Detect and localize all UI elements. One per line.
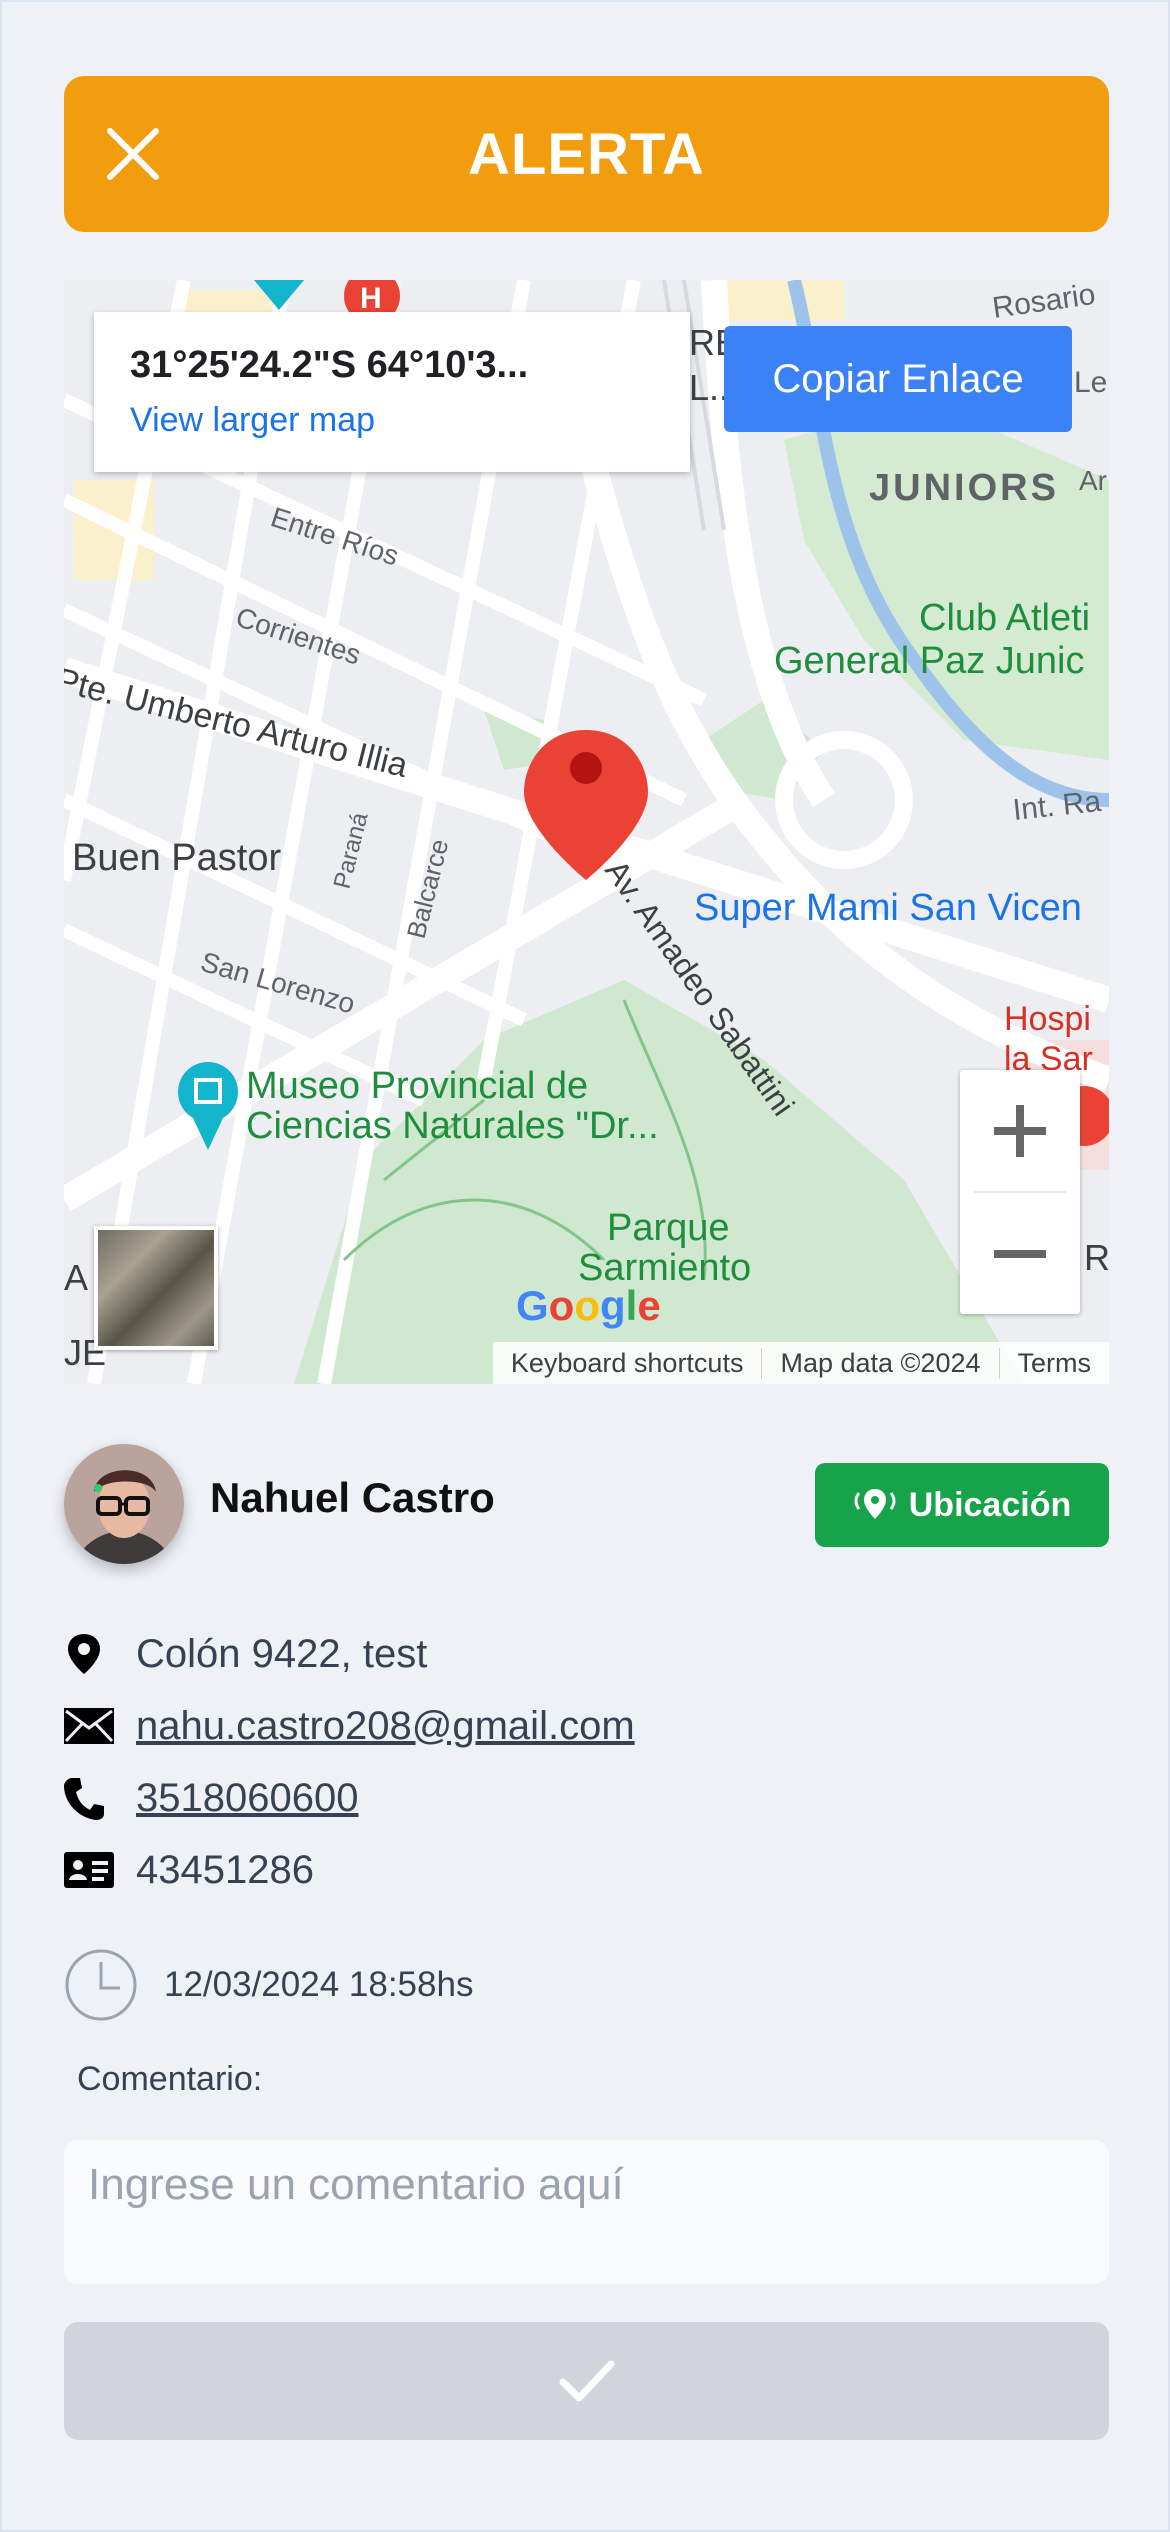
email-link[interactable]: nahu.castro208@gmail.com xyxy=(136,1704,635,1749)
terms-link[interactable]: Terms xyxy=(998,1347,1110,1379)
alert-header: ALERTA xyxy=(64,76,1109,232)
address-row: Colón 9422, test xyxy=(64,1624,427,1684)
map-label-le: Le xyxy=(1074,366,1107,399)
alert-title: ALERTA xyxy=(468,121,705,187)
zoom-controls xyxy=(960,1070,1080,1314)
minus-icon xyxy=(994,1249,1046,1258)
avatar xyxy=(64,1444,184,1564)
map-data-label: Map data ©2024 xyxy=(761,1347,998,1379)
document-row: 43451286 xyxy=(64,1840,314,1900)
comment-input[interactable] xyxy=(64,2140,1109,2284)
satellite-view-toggle[interactable] xyxy=(94,1226,218,1350)
location-button-label: Ubicación xyxy=(908,1485,1072,1524)
zoom-out-button[interactable] xyxy=(960,1193,1080,1314)
envelope-icon xyxy=(64,1701,114,1751)
address-text: Colón 9422, test xyxy=(136,1631,428,1676)
submit-button[interactable] xyxy=(64,2322,1109,2440)
map-label-hosp-1: Hospi xyxy=(1004,1000,1091,1038)
map-label-super-mami: Super Mami San Vicen xyxy=(694,887,1082,929)
check-icon xyxy=(559,2360,614,2402)
map-label-club-1: Club Atleti xyxy=(919,597,1090,639)
clock-icon xyxy=(65,1949,137,2021)
svg-text:H: H xyxy=(360,282,382,315)
map-marker-icon xyxy=(64,1629,114,1679)
view-larger-map-link[interactable]: View larger map xyxy=(130,401,654,440)
id-card-icon xyxy=(64,1845,114,1895)
map-label-right-ri: RI xyxy=(1084,1237,1109,1278)
google-logo: Google xyxy=(516,1282,661,1329)
copy-link-button[interactable]: Copiar Enlace xyxy=(724,326,1072,432)
zoom-in-button[interactable] xyxy=(960,1070,1080,1191)
datetime-text: 12/03/2024 18:58hs xyxy=(164,1965,474,2004)
map-info-card: 31°25'24.2"S 64°10'3... View larger map xyxy=(94,312,690,472)
location-signal-icon xyxy=(854,1489,896,1519)
map-label-buen-pastor: Buen Pastor xyxy=(72,837,281,879)
phone-icon xyxy=(64,1773,114,1823)
location-button[interactable]: Ubicación xyxy=(815,1463,1109,1547)
map-label-club-2: General Paz Junic xyxy=(774,640,1085,682)
map-label-ar: Ar xyxy=(1079,465,1107,496)
map-label-juniors: JUNIORS xyxy=(869,467,1059,509)
phone-link[interactable]: 3518060600 xyxy=(136,1776,358,1821)
phone-row: 3518060600 xyxy=(64,1768,358,1828)
map-label-museo-2: Ciencias Naturales "Dr... xyxy=(246,1105,659,1147)
map-label-parque-1: Parque xyxy=(607,1207,730,1249)
map-label-museo-1: Museo Provincial de xyxy=(246,1065,588,1107)
map-coordinates: 31°25'24.2"S 64°10'3... xyxy=(130,344,529,386)
plus-icon xyxy=(994,1104,1046,1157)
map-label-left-a: A xyxy=(64,1257,88,1298)
map-footer: Keyboard shortcuts Map data ©2024 Terms xyxy=(492,1342,1110,1384)
datetime-row: 12/03/2024 18:58hs xyxy=(64,1948,473,2022)
user-name: Nahuel Castro xyxy=(210,1474,495,1521)
comment-label: Comentario: xyxy=(77,2060,263,2098)
email-row: nahu.castro208@gmail.com xyxy=(64,1696,635,1756)
document-id-text: 43451286 xyxy=(136,1847,314,1892)
map-embed[interactable]: Rosario JUNIORS Club Atleti General Paz … xyxy=(64,280,1109,1384)
close-icon[interactable] xyxy=(104,125,162,183)
keyboard-shortcuts-link[interactable]: Keyboard shortcuts xyxy=(493,1348,762,1379)
